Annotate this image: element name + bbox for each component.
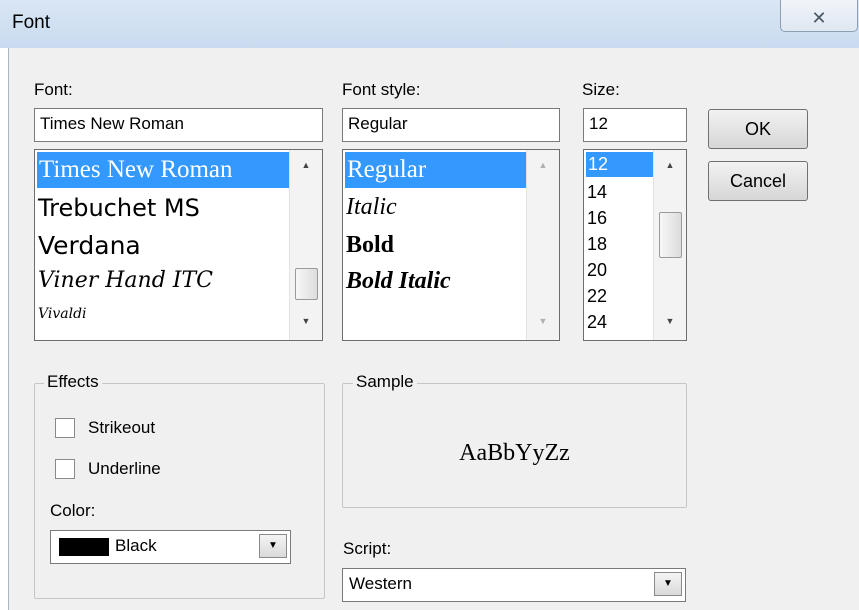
size-label: Size:	[582, 80, 620, 99]
scroll-thumb[interactable]	[659, 212, 682, 258]
cancel-button[interactable]: Cancel	[708, 161, 808, 201]
font-list-scrollbar[interactable]: ▲ ▼	[289, 150, 322, 340]
up-arrow-icon[interactable]: ▲	[527, 160, 559, 170]
size-item[interactable]: 16	[587, 205, 607, 231]
underline-label[interactable]: Underline	[88, 459, 161, 479]
script-label: Script:	[343, 539, 392, 558]
font-style-list[interactable]: Regular Italic Bold Bold Italic ▲ ▼	[342, 149, 560, 341]
size-item[interactable]: 18	[587, 231, 607, 257]
size-item[interactable]: 20	[587, 257, 607, 283]
size-list-scrollbar[interactable]: ▲ ▼	[653, 150, 686, 340]
font-list-item[interactable]: Verdana	[38, 231, 141, 260]
font-list-item[interactable]: Vivaldi	[38, 306, 87, 322]
font-style-item-selected[interactable]: Regular	[345, 152, 527, 188]
font-name-input[interactable]: Times New Roman	[34, 108, 323, 142]
font-style-input[interactable]: Regular	[342, 108, 560, 142]
font-style-item[interactable]: Bold	[346, 232, 394, 259]
size-list[interactable]: 12 14 16 18 20 22 24 ▲ ▼	[583, 149, 687, 341]
sample-preview-text: AaBbYyZz	[459, 440, 570, 466]
font-style-item[interactable]: Italic	[346, 194, 397, 221]
sample-legend: Sample	[353, 372, 417, 392]
up-arrow-icon[interactable]: ▲	[654, 160, 686, 170]
effects-legend: Effects	[44, 372, 102, 392]
effects-group	[34, 383, 325, 599]
ok-button[interactable]: OK	[708, 109, 808, 149]
font-list-item[interactable]: Trebuchet MS	[38, 194, 200, 222]
down-arrow-icon[interactable]: ▼	[654, 316, 686, 326]
color-value: Black	[115, 536, 157, 555]
dialog-title: Font	[12, 12, 51, 33]
font-style-scrollbar[interactable]: ▲ ▼	[526, 150, 559, 340]
title-bar	[0, 0, 859, 48]
font-label: Font:	[34, 80, 73, 99]
font-list[interactable]: Times New Roman Trebuchet MS Verdana Vin…	[34, 149, 323, 341]
chevron-down-icon[interactable]: ▼	[259, 534, 287, 558]
size-input[interactable]: 12	[583, 108, 687, 142]
close-icon: ✕	[811, 8, 827, 28]
font-style-label: Font style:	[342, 80, 421, 99]
size-item[interactable]: 22	[587, 283, 607, 309]
color-swatch	[59, 538, 109, 556]
size-item[interactable]: 14	[587, 179, 607, 205]
close-button[interactable]: ✕	[780, 0, 858, 32]
color-select[interactable]: Black ▼	[50, 530, 291, 564]
size-item[interactable]: 24	[587, 309, 607, 335]
down-arrow-icon[interactable]: ▼	[290, 316, 322, 326]
underline-checkbox[interactable]	[55, 459, 75, 479]
strikeout-checkbox[interactable]	[55, 418, 75, 438]
script-value: Western	[349, 574, 412, 593]
font-style-item[interactable]: Bold Italic	[346, 268, 451, 295]
font-list-item-selected[interactable]: Times New Roman	[37, 152, 290, 188]
up-arrow-icon[interactable]: ▲	[290, 160, 322, 170]
down-arrow-icon[interactable]: ▼	[527, 316, 559, 326]
font-list-item[interactable]: Viner Hand ITC	[38, 268, 213, 293]
script-select[interactable]: Western ▼	[342, 568, 686, 602]
chevron-down-icon[interactable]: ▼	[654, 572, 682, 596]
scroll-thumb[interactable]	[295, 268, 318, 300]
strikeout-label[interactable]: Strikeout	[88, 418, 155, 438]
color-label: Color:	[50, 501, 96, 520]
size-item-selected[interactable]: 12	[586, 152, 654, 177]
